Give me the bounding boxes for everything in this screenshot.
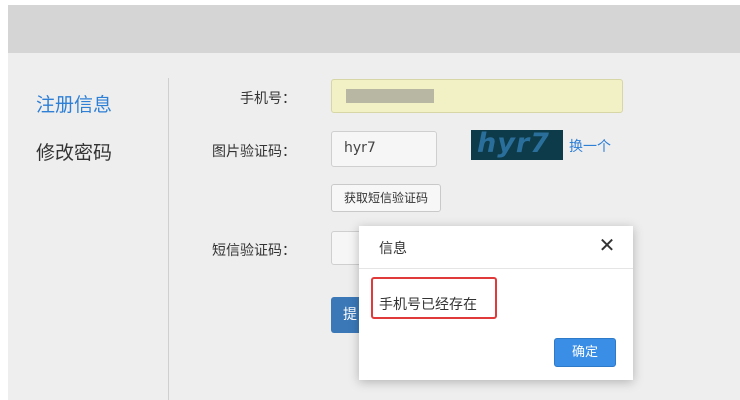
captcha-label: 图片验证码： — [212, 144, 296, 160]
info-dialog: 信息 ✕ 手机号已经存在 确定 — [359, 226, 633, 380]
sidebar-item-register-info[interactable]: 注册信息 — [36, 90, 112, 117]
dialog-header: 信息 ✕ — [359, 226, 633, 269]
change-captcha-link[interactable]: 换一个 — [569, 136, 611, 156]
sms-code-label: 短信验证码： — [212, 243, 296, 259]
top-bar — [8, 5, 740, 53]
get-sms-code-button[interactable]: 获取短信验证码 — [331, 184, 441, 212]
dialog-title: 信息 — [379, 241, 407, 257]
phone-input[interactable] — [331, 79, 623, 113]
sidebar-item-change-password[interactable]: 修改密码 — [36, 138, 112, 165]
phone-label: 手机号： — [240, 91, 296, 107]
sidebar-divider — [168, 78, 169, 400]
phone-masked-value — [346, 89, 434, 103]
close-icon[interactable]: ✕ — [596, 234, 618, 256]
captcha-image[interactable]: hyr7 — [471, 128, 563, 160]
dialog-message: 手机号已经存在 — [379, 297, 477, 313]
confirm-button[interactable]: 确定 — [554, 338, 616, 367]
captcha-image-text: hyr7 — [477, 128, 550, 159]
captcha-input[interactable]: hyr7 — [331, 131, 437, 167]
